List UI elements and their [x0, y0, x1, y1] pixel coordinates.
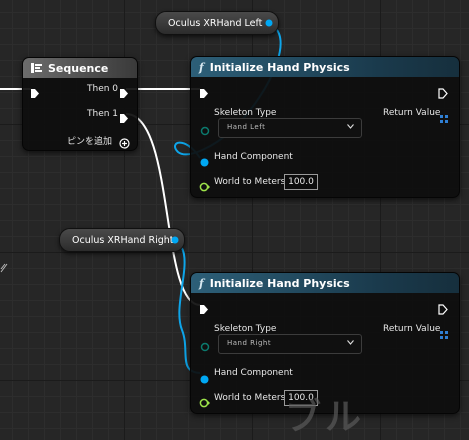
init-hand-physics-left-node[interactable]: f Initialize Hand Physics Skeleton Type … — [190, 56, 460, 198]
then0-exec-pin[interactable] — [119, 84, 129, 103]
skeleton-type-label: Skeleton Type — [214, 108, 277, 118]
getter-oculus-hand-left[interactable]: Oculus XRHand Left — [155, 11, 279, 35]
blueprint-watermark: ブル — [285, 397, 366, 438]
sequence-title: Sequence — [48, 61, 109, 75]
reroute-icon — [0, 258, 8, 273]
return-value-label: Return Value — [383, 108, 441, 118]
skeleton-type-dropdown[interactable]: Hand Right — [218, 334, 362, 354]
world-to-meters-input[interactable]: 100.0 — [284, 174, 318, 190]
world-to-meters-label: World to Meters — [214, 393, 286, 403]
function-icon: f — [199, 60, 204, 74]
function-icon: f — [199, 276, 204, 290]
chevron-down-icon — [347, 339, 354, 345]
function-header: f Initialize Hand Physics — [191, 273, 459, 293]
function-title: Initialize Hand Physics — [209, 276, 350, 290]
getter-right-label: Oculus XRHand Right — [72, 234, 174, 246]
object-out-pin[interactable] — [171, 236, 179, 247]
dropdown-value: Hand Right — [227, 339, 272, 347]
hand-component-pin[interactable] — [200, 369, 209, 388]
add-pin-button[interactable]: ピンを追加 — [67, 134, 112, 147]
sequence-icon — [31, 63, 43, 73]
skeleton-type-dropdown[interactable]: Hand Left — [218, 118, 362, 138]
chevron-down-icon — [347, 123, 354, 129]
world-to-meters-label: World to Meters — [214, 177, 286, 187]
getter-oculus-hand-right[interactable]: Oculus XRHand Right — [59, 228, 185, 252]
return-value-label: Return Value — [383, 324, 441, 334]
function-title: Initialize Hand Physics — [209, 60, 350, 74]
function-header: f Initialize Hand Physics — [191, 57, 459, 77]
then1-exec-pin[interactable] — [119, 109, 129, 128]
float-pin[interactable] — [199, 177, 210, 196]
enum-pin[interactable] — [200, 121, 210, 140]
then1-label: Then 1 — [87, 109, 119, 119]
exec-out-pin[interactable] — [438, 84, 448, 103]
getter-left-label: Oculus XRHand Left — [168, 17, 263, 29]
dropdown-value: Hand Left — [227, 123, 266, 131]
object-out-pin[interactable] — [265, 19, 273, 30]
add-circle-icon[interactable] — [119, 134, 130, 153]
hand-component-pin[interactable] — [200, 152, 209, 171]
return-value-pin[interactable] — [440, 325, 449, 344]
exec-out-pin[interactable] — [438, 300, 448, 319]
skeleton-type-label: Skeleton Type — [214, 324, 277, 334]
then0-label: Then 0 — [87, 84, 119, 94]
exec-in-pin[interactable] — [199, 84, 209, 103]
sequence-header: Sequence — [23, 58, 137, 78]
exec-in-pin[interactable] — [30, 84, 40, 103]
hand-component-label: Hand Component — [214, 368, 293, 378]
enum-pin[interactable] — [200, 337, 210, 356]
exec-in-pin[interactable] — [199, 300, 209, 319]
return-value-pin[interactable] — [440, 109, 449, 128]
hand-component-label: Hand Component — [214, 152, 293, 162]
sequence-node[interactable]: Sequence Then 0 Then 1 ピンを追加 — [22, 57, 138, 151]
float-pin[interactable] — [199, 393, 210, 412]
